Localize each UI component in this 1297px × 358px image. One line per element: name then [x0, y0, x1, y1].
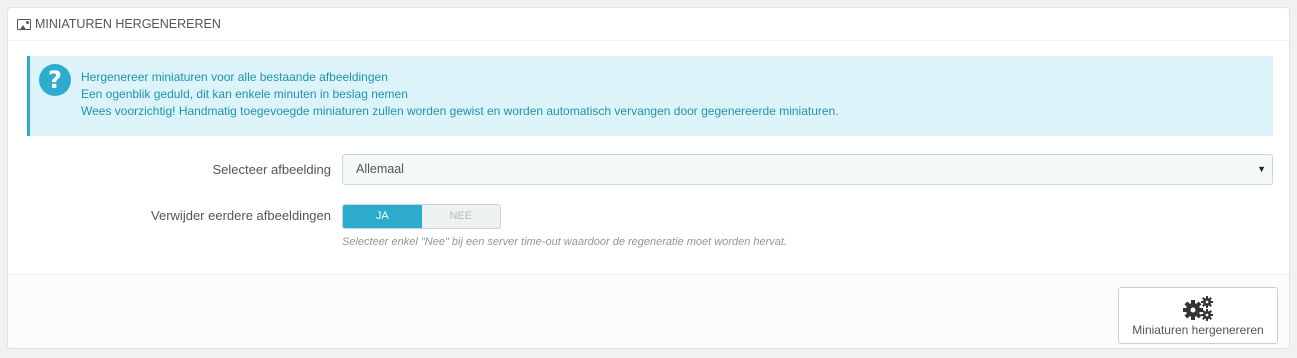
dropdown-arrow-icon: ▼: [1257, 164, 1266, 174]
switch-option-no[interactable]: NEE: [422, 205, 501, 228]
alert-line: Wees voorzichtig! Handmatig toegevoegde …: [81, 104, 839, 118]
alert-line: Een ogenblik geduld, dit kan enkele minu…: [81, 87, 408, 101]
question-circle-icon: ?: [39, 64, 71, 96]
regenerate-button-label: Miniaturen hergenereren: [1132, 323, 1264, 337]
erase-previous-switch[interactable]: JA NEE: [342, 204, 501, 229]
regenerate-thumbnails-panel: MINIATUREN HERGENEREREN ? Hergenereer mi…: [7, 7, 1290, 349]
select-image-value: Allemaal: [356, 162, 404, 176]
alert-line: Hergenereer miniaturen voor alle bestaan…: [81, 70, 388, 84]
select-image-dropdown[interactable]: Allemaal ▼: [342, 154, 1273, 185]
select-image-label: Selecteer afbeelding: [212, 162, 331, 177]
gears-icon: [1183, 296, 1213, 321]
switch-option-yes[interactable]: JA: [343, 205, 422, 228]
info-alert: ? Hergenereer miniaturen voor alle besta…: [27, 56, 1273, 136]
panel-footer: Miniaturen hergenereren: [8, 274, 1289, 348]
regenerate-thumbnails-button[interactable]: Miniaturen hergenereren: [1118, 287, 1278, 344]
alert-text: Hergenereer miniaturen voor alle bestaan…: [81, 69, 839, 120]
erase-previous-help: Selecteer enkel "Nee" bij een server tim…: [342, 236, 787, 248]
erase-previous-label: Verwijder eerdere afbeeldingen: [151, 208, 331, 223]
panel-title: MINIATUREN HERGENEREREN: [35, 17, 221, 31]
image-icon: [17, 18, 31, 30]
panel-heading: MINIATUREN HERGENEREREN: [8, 8, 1289, 41]
